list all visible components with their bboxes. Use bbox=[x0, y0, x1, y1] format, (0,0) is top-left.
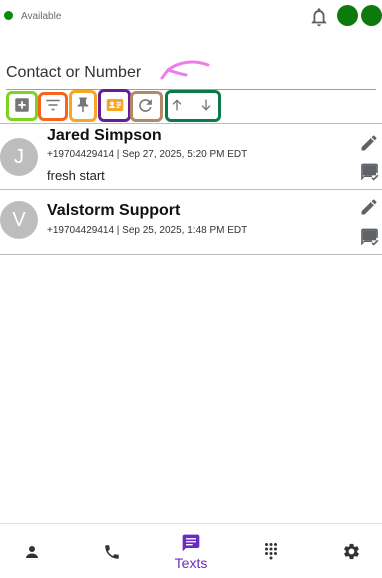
filter-button[interactable] bbox=[43, 95, 63, 115]
profile-circle[interactable] bbox=[337, 5, 358, 26]
edit-icon[interactable] bbox=[359, 133, 379, 153]
nav-contacts[interactable] bbox=[0, 524, 70, 578]
avatar: J bbox=[0, 138, 38, 176]
nav-texts[interactable]: Texts bbox=[153, 524, 229, 578]
refresh-icon bbox=[138, 98, 152, 112]
list-item[interactable]: V Valstorm Support +19704429414 | Sep 25… bbox=[0, 189, 382, 255]
nav-texts-label: Texts bbox=[174, 554, 208, 571]
bell-icon[interactable] bbox=[308, 5, 330, 29]
search-input[interactable] bbox=[6, 62, 146, 84]
sort-up-button[interactable] bbox=[168, 95, 186, 115]
message-check-icon[interactable] bbox=[359, 227, 380, 247]
sort-down-button[interactable] bbox=[197, 95, 215, 115]
phone-icon bbox=[105, 544, 119, 559]
message-preview: fresh start bbox=[47, 168, 105, 183]
contact-card-button[interactable] bbox=[104, 95, 126, 115]
profile-circle[interactable] bbox=[361, 5, 382, 26]
contact-card-icon bbox=[106, 99, 124, 111]
person-icon bbox=[26, 545, 38, 558]
texts-icon bbox=[182, 534, 200, 551]
status-text: Available bbox=[21, 11, 62, 22]
message-check-icon[interactable] bbox=[359, 162, 380, 182]
conversation-list: J Jared Simpson +19704429414 | Sep 27, 2… bbox=[0, 123, 382, 255]
arrow-up-icon bbox=[172, 99, 182, 111]
contact-name: Valstorm Support bbox=[47, 202, 181, 219]
bottom-nav: Texts bbox=[0, 523, 382, 578]
refresh-button[interactable] bbox=[135, 95, 155, 115]
arrow-down-icon bbox=[201, 99, 211, 111]
settings-icon bbox=[343, 543, 359, 560]
pin-icon bbox=[77, 97, 89, 113]
status-dot bbox=[4, 11, 13, 20]
contact-meta: +19704429414 | Sep 25, 2025, 1:48 PM EDT bbox=[47, 225, 248, 236]
contact-meta: +19704429414 | Sep 27, 2025, 5:20 PM EDT bbox=[47, 149, 248, 160]
add-button[interactable] bbox=[12, 95, 32, 115]
dialpad-icon bbox=[265, 542, 277, 559]
top-bar: Available bbox=[0, 0, 382, 34]
list-item[interactable]: J Jared Simpson +19704429414 | Sep 27, 2… bbox=[0, 123, 382, 189]
nav-dialpad[interactable] bbox=[233, 524, 309, 578]
filter-icon bbox=[46, 99, 60, 111]
pin-button[interactable] bbox=[73, 95, 93, 115]
contact-name: Jared Simpson bbox=[47, 127, 162, 144]
avatar: V bbox=[0, 201, 38, 239]
toolbar bbox=[0, 88, 382, 124]
nav-settings[interactable] bbox=[313, 524, 382, 578]
edit-icon[interactable] bbox=[359, 197, 379, 217]
add-icon bbox=[15, 98, 29, 112]
nav-phone[interactable] bbox=[74, 524, 150, 578]
search-field bbox=[6, 62, 376, 90]
